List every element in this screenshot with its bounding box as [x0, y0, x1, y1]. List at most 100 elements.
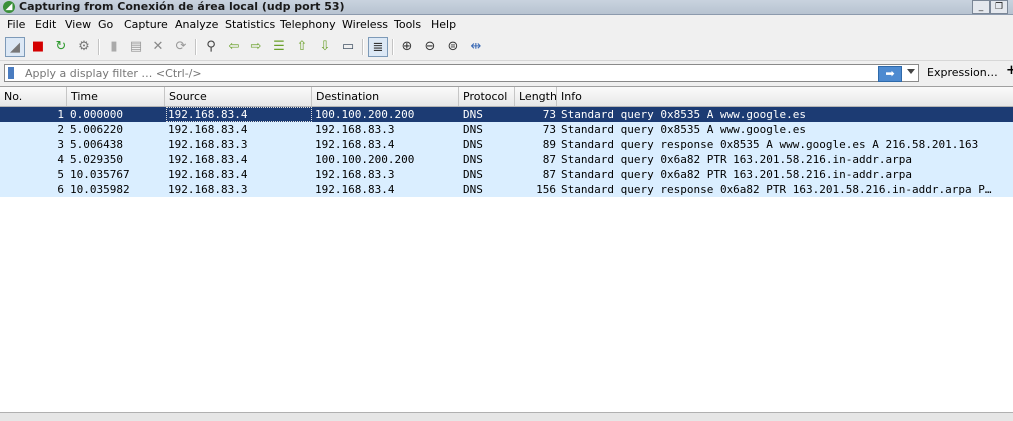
table-row[interactable]: 2 5.006220 192.168.83.4 192.168.83.3 DNS 73 St… — [0, 122, 1013, 137]
cell-time: 0.000000 — [70, 108, 123, 121]
table-row[interactable]: 6 10.035982 192.168.83.3 192.168.83.4 DNS 156… — [0, 182, 1013, 197]
window-title: Capturing from Conexión de área local (u… — [19, 0, 345, 13]
autoscroll-icon[interactable]: ▭ — [338, 37, 358, 57]
table-row[interactable]: 1 0.000000 192.168.83.4 100.100.200.200 DNS 7… — [0, 107, 1013, 122]
restart-capture-icon[interactable]: ↻ — [51, 37, 71, 57]
menu-help[interactable]: Help — [429, 17, 458, 32]
zoom-normal-icon[interactable]: ⊜ — [443, 37, 463, 57]
title-bar: ◢ Capturing from Conexión de área local … — [0, 0, 1013, 15]
display-filter-field[interactable]: ➡ — [4, 64, 919, 82]
cell-no: 6 — [57, 183, 64, 196]
column-header-destination[interactable]: Destination — [312, 87, 459, 106]
menu-wireless[interactable]: Wireless — [340, 17, 390, 32]
wireshark-app-icon: ◢ — [3, 1, 15, 13]
add-filter-button-icon[interactable]: + — [1006, 63, 1013, 78]
apply-filter-arrow-icon[interactable]: ➡ — [878, 66, 902, 82]
cell-no: 2 — [57, 123, 64, 136]
cell-len: 87 — [542, 153, 556, 166]
cell-dst: 100.100.200.200 — [315, 108, 415, 121]
cell-info: Standard query 0x8535 A www.google.es — [561, 108, 807, 121]
table-row[interactable]: 4 5.029350 192.168.83.4 100.100.200.200 DNS 8… — [0, 152, 1013, 167]
menu-go[interactable]: Go — [96, 17, 115, 32]
table-row[interactable]: 3 5.006438 192.168.83.3 192.168.83.4 DNS 89 St… — [0, 137, 1013, 152]
open-file-icon[interactable]: ▮ — [104, 37, 124, 57]
menu-bar: File Edit View Go Capture Analyze Statis… — [0, 15, 1013, 34]
menu-tools[interactable]: Tools — [392, 17, 423, 32]
bookmark-icon[interactable] — [8, 67, 14, 79]
cell-dst: 192.168.83.3 — [315, 168, 395, 181]
cell-proto: DNS — [463, 123, 483, 136]
cell-len: 87 — [542, 168, 556, 181]
cell-time: 10.035767 — [70, 168, 130, 181]
toolbar-separator — [362, 39, 364, 55]
cell-proto: DNS — [463, 183, 483, 196]
cell-time: 5.006438 — [70, 138, 123, 151]
table-row[interactable]: 5 10.035767 192.168.83.4 192.168.83.3 DNS 87 S… — [0, 167, 1013, 182]
cell-len: 89 — [542, 138, 556, 151]
expression-button[interactable]: Expression… — [927, 66, 998, 79]
cell-info: Standard query 0x6a82 PTR 163.201.58.216… — [561, 168, 912, 181]
main-toolbar: ◢ ■ ↻ ⚙ ▮ ▤ ✕ ⟳ ⚲ ⇦ ⇨ ☰ ⇧ ⇩ ▭ ≣ ⊕ ⊖ ⊜ ⇹ — [0, 34, 1013, 61]
toolbar-separator — [392, 39, 394, 55]
capture-options-icon[interactable]: ⚙ — [74, 37, 94, 57]
menu-file[interactable]: File — [5, 17, 27, 32]
shark-fin-start-icon[interactable]: ◢ — [5, 37, 25, 57]
menu-view[interactable]: View — [63, 17, 93, 32]
reload-icon[interactable]: ⟳ — [171, 37, 191, 57]
find-packet-icon[interactable]: ⚲ — [201, 37, 221, 57]
go-forward-icon[interactable]: ⇨ — [246, 37, 266, 57]
go-last-icon[interactable]: ⇩ — [315, 37, 335, 57]
cell-proto: DNS — [463, 153, 483, 166]
chevron-down-icon[interactable] — [907, 69, 915, 74]
menu-capture[interactable]: Capture — [122, 17, 170, 32]
column-header-length[interactable]: Length — [515, 87, 557, 106]
cell-info: Standard query 0x8535 A www.google.es — [561, 123, 807, 136]
go-first-icon[interactable]: ⇧ — [292, 37, 312, 57]
display-filter-input[interactable] — [25, 66, 865, 80]
cell-no: 1 — [57, 108, 64, 121]
resize-columns-icon[interactable]: ⇹ — [466, 37, 486, 57]
column-header-protocol[interactable]: Protocol — [459, 87, 515, 106]
minimize-icon[interactable]: _ — [972, 0, 990, 14]
cell-len: 73 — [542, 123, 556, 136]
cell-proto: DNS — [463, 138, 483, 151]
cell-proto: DNS — [463, 108, 483, 121]
cell-proto: DNS — [463, 168, 483, 181]
cell-time: 10.035982 — [70, 183, 130, 196]
menu-edit[interactable]: Edit — [33, 17, 58, 32]
zoom-out-icon[interactable]: ⊖ — [420, 37, 440, 57]
go-to-packet-icon[interactable]: ☰ — [269, 37, 289, 57]
packet-list[interactable]: No. Time Source Destination Protocol Len… — [0, 86, 1013, 413]
column-header-time[interactable]: Time — [67, 87, 165, 106]
go-back-icon[interactable]: ⇦ — [224, 37, 244, 57]
restore-icon[interactable]: ❐ — [990, 0, 1008, 14]
close-file-icon[interactable]: ✕ — [148, 37, 168, 57]
cell-time: 5.029350 — [70, 153, 123, 166]
cell-time: 5.006220 — [70, 123, 123, 136]
toolbar-separator — [98, 39, 100, 55]
cell-dst: 100.100.200.200 — [315, 153, 415, 166]
menu-telephony[interactable]: Telephony — [278, 17, 338, 32]
cell-len: 156 — [536, 183, 556, 196]
toolbar-separator — [195, 39, 197, 55]
cell-len: 73 — [542, 108, 556, 121]
cell-info: Standard query 0x6a82 PTR 163.201.58.216… — [561, 153, 912, 166]
menu-statistics[interactable]: Statistics — [223, 17, 277, 32]
cell-src: 192.168.83.4 — [168, 123, 248, 136]
cell-dst: 192.168.83.4 — [315, 138, 395, 151]
column-header-source[interactable]: Source — [165, 87, 312, 106]
cell-dst: 192.168.83.4 — [315, 183, 395, 196]
save-file-icon[interactable]: ▤ — [126, 37, 146, 57]
cell-src: 192.168.83.4 — [168, 153, 248, 166]
stop-square-icon[interactable]: ■ — [28, 37, 48, 57]
packet-list-header: No. Time Source Destination Protocol Len… — [0, 87, 1013, 107]
column-header-no[interactable]: No. — [0, 87, 67, 106]
column-header-info[interactable]: Info — [557, 87, 1013, 106]
cell-no: 5 — [57, 168, 64, 181]
colorize-icon[interactable]: ≣ — [368, 37, 388, 57]
cell-src: 192.168.83.4 — [168, 168, 248, 181]
menu-analyze[interactable]: Analyze — [173, 17, 220, 32]
cell-src: 192.168.83.3 — [168, 183, 248, 196]
zoom-in-icon[interactable]: ⊕ — [397, 37, 417, 57]
cell-src: 192.168.83.4 — [168, 108, 248, 121]
